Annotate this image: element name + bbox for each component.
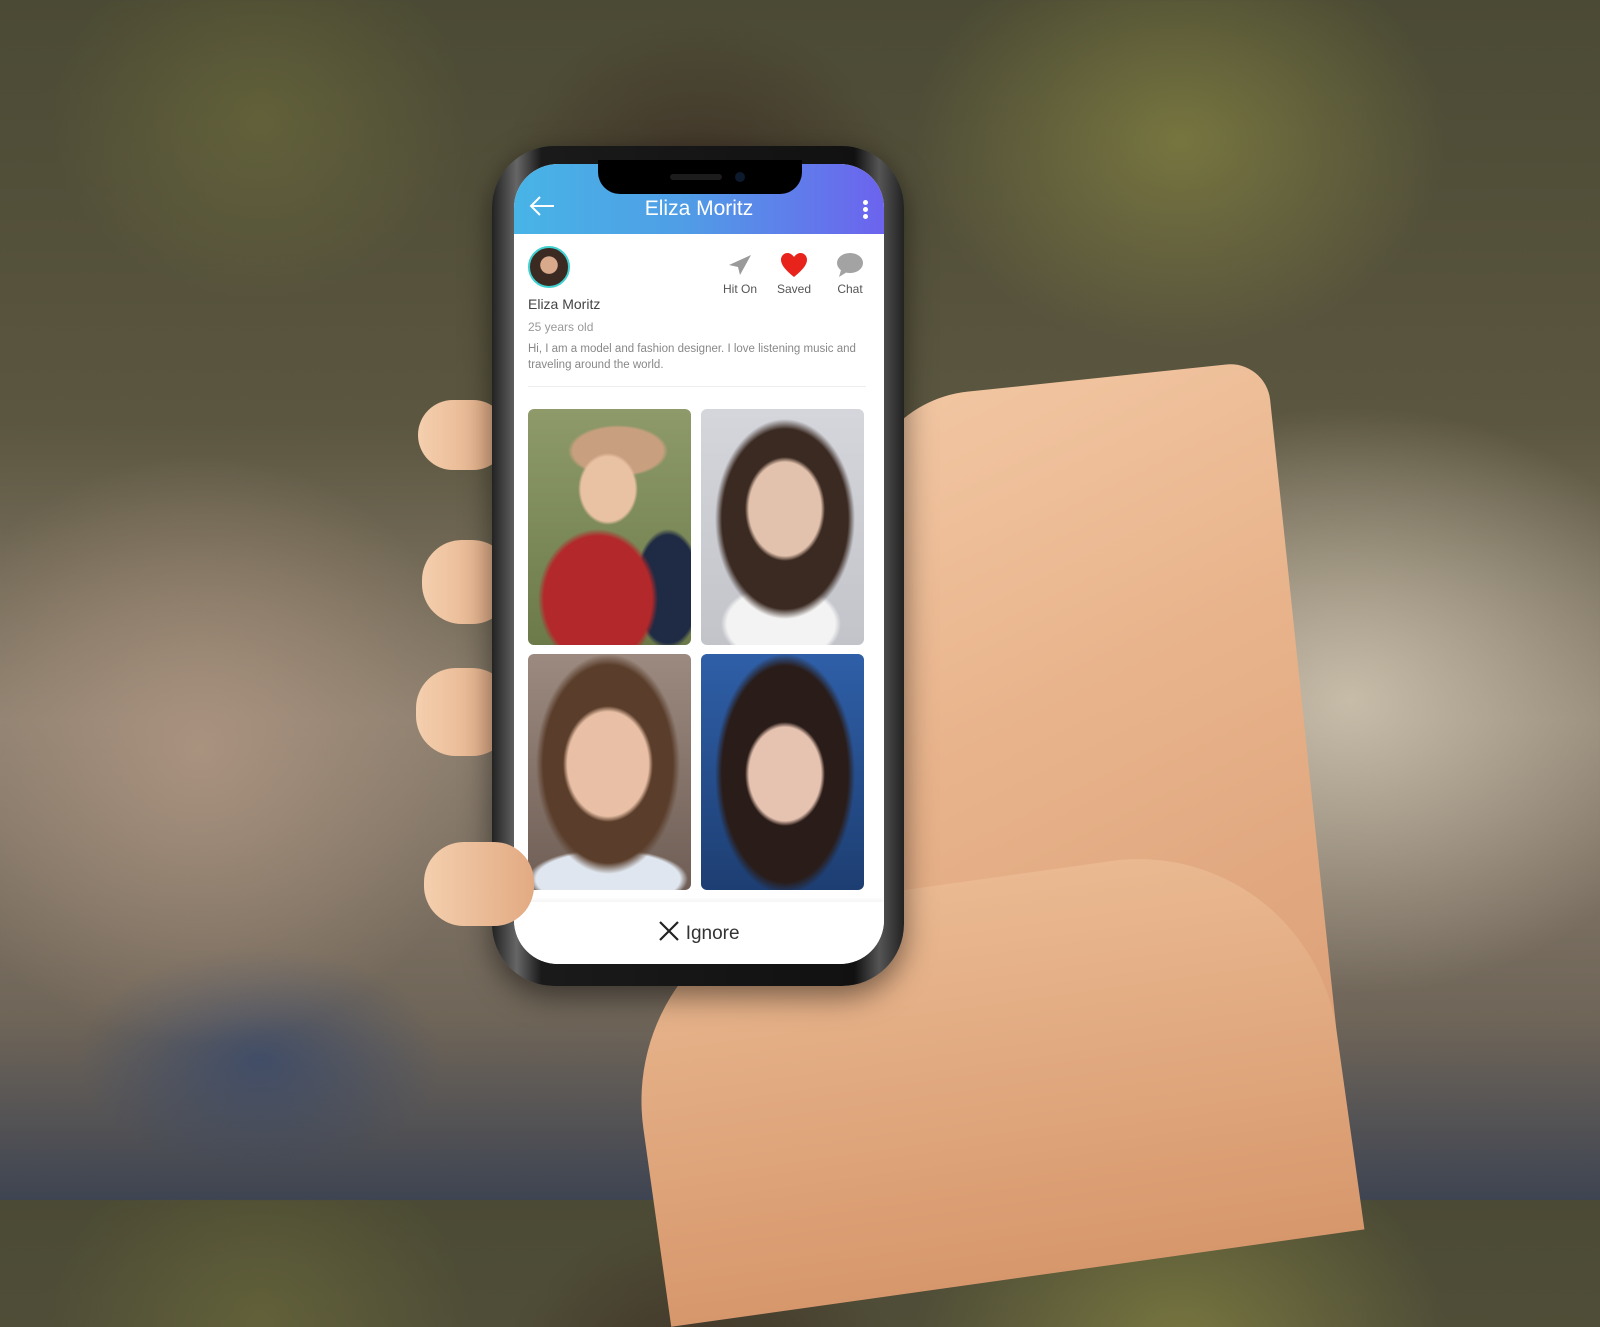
photo-4[interactable] xyxy=(701,654,864,890)
photo-2[interactable] xyxy=(701,409,864,645)
divider xyxy=(528,386,866,387)
profile-name: Eliza Moritz xyxy=(528,296,601,312)
hit-on-label: Hit On xyxy=(722,282,757,296)
page-title: Eliza Moritz xyxy=(644,197,754,220)
paper-plane-icon xyxy=(729,255,751,275)
avatar[interactable] xyxy=(528,246,570,288)
ignore-label: Ignore xyxy=(685,923,740,944)
photo-3[interactable] xyxy=(528,654,691,890)
close-icon xyxy=(658,921,680,947)
thumb xyxy=(424,842,534,926)
chat-label: Chat xyxy=(837,282,863,296)
phone-speaker xyxy=(670,174,722,180)
more-vertical-icon xyxy=(860,200,870,219)
photo-1[interactable] xyxy=(528,409,691,645)
profile-bio: Hi, I am a model and fashion designer. I… xyxy=(528,343,856,371)
profile-age: 25 years old xyxy=(528,320,594,334)
ignore-button[interactable]: Ignore xyxy=(514,920,884,948)
hit-on-button[interactable]: Hit On xyxy=(715,250,765,296)
saved-button[interactable]: Saved xyxy=(769,250,819,296)
chat-bubble-icon xyxy=(837,253,863,277)
phone-camera xyxy=(735,172,745,182)
chat-button[interactable]: Chat xyxy=(825,250,875,296)
more-menu-button[interactable] xyxy=(860,198,870,222)
footer-bar: Ignore xyxy=(514,902,884,964)
saved-label: Saved xyxy=(776,282,812,296)
phone-screen: Eliza Moritz Eliza Moritz 25 years old H… xyxy=(514,164,884,964)
heart-icon xyxy=(781,253,807,277)
